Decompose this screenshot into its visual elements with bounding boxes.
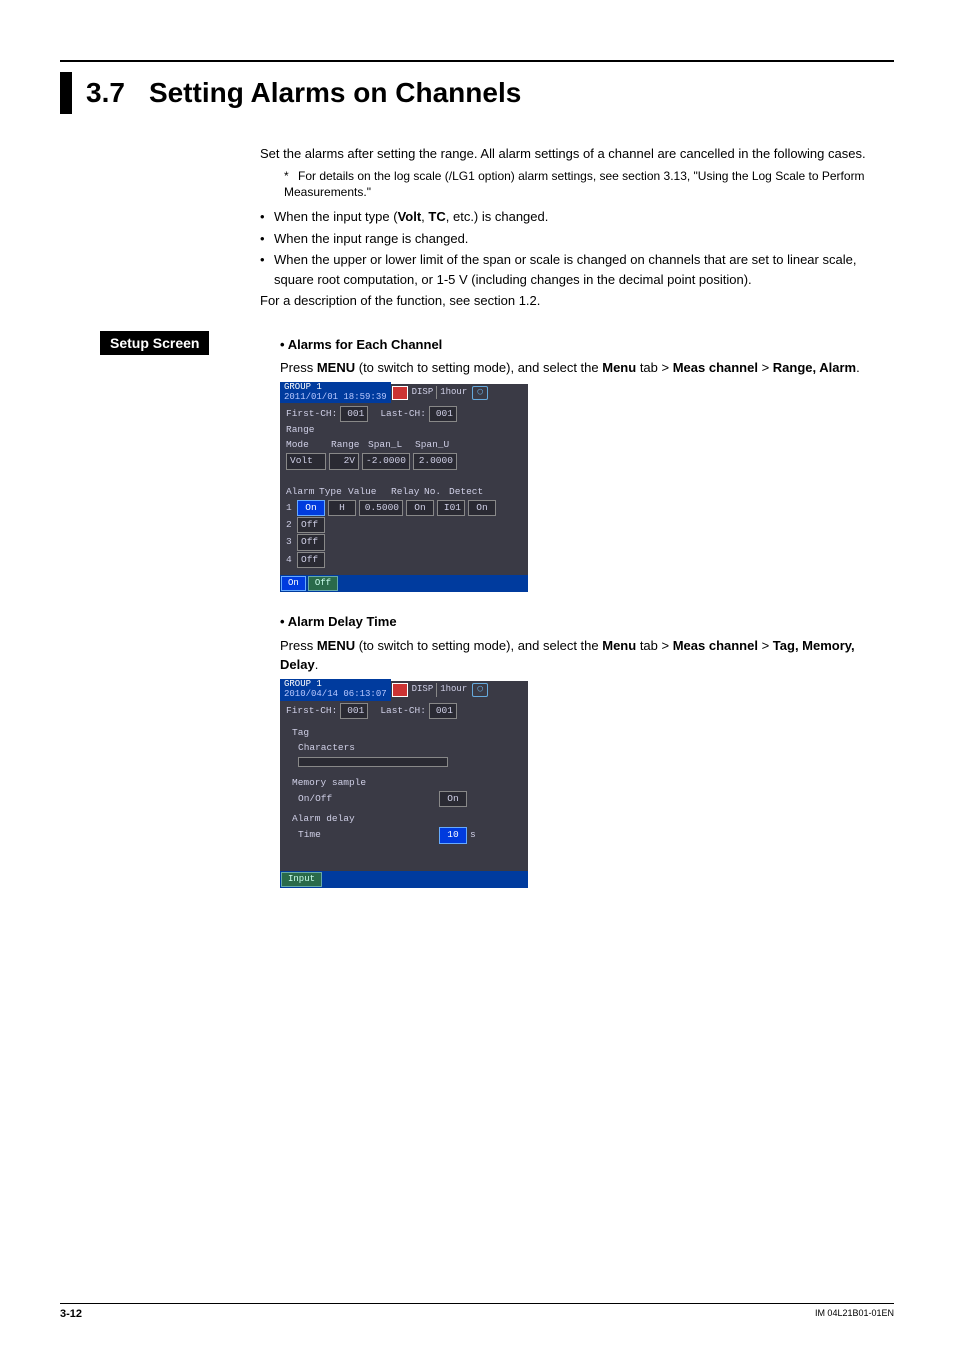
alarm-label: Alarm [286, 485, 316, 499]
alarm-1-type[interactable]: H [328, 500, 356, 516]
camera-icon: ◯ [472, 683, 488, 697]
range-value[interactable]: 2V [329, 453, 359, 469]
scr2-titlebar: GROUP 12010/04/14 06:13:07 DISP 1hour ◯ [280, 681, 528, 699]
section-title: Setting Alarms on Channels [149, 77, 521, 109]
alarm-1-no[interactable]: I01 [437, 500, 465, 516]
footnote-text: For details on the log scale (/LG1 optio… [284, 169, 865, 200]
camera-icon: ◯ [472, 386, 488, 400]
scr-body: First-CH: 001 Last-CH: 001 Range Mode Ra… [280, 402, 528, 575]
alarm-1-num: 1 [286, 501, 294, 515]
mode-label: Mode [286, 438, 328, 452]
onoff-label: On/Off [286, 792, 436, 806]
characters-input[interactable] [298, 757, 448, 767]
relay-label: Relay [391, 485, 421, 499]
last-ch-value[interactable]: 001 [429, 406, 457, 422]
detect-label: Detect [449, 485, 483, 499]
alarm-4-off[interactable]: Off [297, 552, 325, 568]
spanu-label: Span_U [415, 438, 449, 452]
list-item: When the input type (Volt, TC, etc.) is … [260, 207, 894, 227]
range-alarm-screenshot: GROUP 12011/01/01 18:59:39 DISP 1hour ◯ … [280, 384, 528, 593]
intro-paragraph: Set the alarms after setting the range. … [260, 144, 894, 164]
alarm-1-value[interactable]: 0.5000 [359, 500, 403, 516]
last-ch-label: Last-CH: [380, 704, 426, 718]
cancel-cases-list: When the input type (Volt, TC, etc.) is … [260, 207, 894, 289]
tag-label: Tag [286, 726, 309, 740]
intro-block: Set the alarms after setting the range. … [260, 144, 894, 311]
memory-sample-label: Memory sample [286, 776, 366, 790]
footer-off-button[interactable]: Off [308, 576, 338, 592]
first-ch-value[interactable]: 001 [340, 406, 368, 422]
section-number: 3.7 [86, 77, 125, 109]
last-ch-value[interactable]: 001 [429, 703, 457, 719]
list-item: When the upper or lower limit of the spa… [260, 250, 894, 289]
alarm-2-off[interactable]: Off [297, 517, 325, 533]
alarms-heading: Alarms for Each Channel [280, 335, 894, 355]
spanl-label: Span_L [368, 438, 412, 452]
delay-instruction: Press MENU (to switch to setting mode), … [280, 636, 894, 675]
page-number: 3-12 [60, 1308, 82, 1320]
time-value[interactable]: 10 [439, 827, 467, 843]
time-label: Time [286, 828, 436, 842]
alarm-3-off[interactable]: Off [297, 534, 325, 550]
alarm-4-num: 4 [286, 553, 294, 567]
page-footer: 3-12 IM 04L21B01-01EN [60, 1303, 894, 1320]
footer-input-button[interactable]: Input [281, 872, 322, 888]
characters-label: Characters [286, 741, 355, 755]
range-label: Range [286, 423, 315, 437]
doc-code: IM 04L21B01-01EN [815, 1308, 894, 1320]
onoff-value[interactable]: On [439, 791, 467, 807]
page: 3.7 Setting Alarms on Channels Set the a… [0, 0, 954, 1350]
alarm-3-num: 3 [286, 535, 294, 549]
hour-label: 1hour [436, 683, 470, 697]
spanu-value[interactable]: 2.0000 [413, 453, 457, 469]
setup-screen-label: Setup Screen [100, 331, 209, 355]
footnote: *For details on the log scale (/LG1 opti… [284, 168, 894, 202]
title-bar-icon [60, 72, 72, 114]
rec-icon [392, 386, 408, 400]
list-item: When the input range is changed. [260, 229, 894, 249]
delay-heading: Alarm Delay Time [280, 612, 894, 632]
scr-titlebar: GROUP 12011/01/01 18:59:39 DISP 1hour ◯ [280, 384, 528, 402]
alarms-instruction: Press MENU (to switch to setting mode), … [280, 358, 894, 378]
first-ch-label: First-CH: [286, 704, 337, 718]
type-label: Type [319, 485, 345, 499]
first-ch-value[interactable]: 001 [340, 703, 368, 719]
section-title-row: 3.7 Setting Alarms on Channels [60, 72, 894, 114]
see-section: For a description of the function, see s… [260, 291, 894, 311]
alarms-each-channel-block: Alarms for Each Channel Press MENU (to s… [280, 335, 894, 889]
mode-value[interactable]: Volt [286, 453, 326, 469]
scr2-group-label: GROUP 12010/04/14 06:13:07 [280, 679, 391, 701]
scr2-footer: Input [280, 871, 528, 889]
spanl-value[interactable]: -2.0000 [362, 453, 410, 469]
hour-label: 1hour [436, 386, 470, 400]
top-rule [60, 60, 894, 62]
footer-on-button[interactable]: On [281, 576, 306, 592]
rec-icon [392, 683, 408, 697]
alarm-1-on[interactable]: On [297, 500, 325, 516]
scr-footer: On Off [280, 575, 528, 593]
scr-group-label: GROUP 12011/01/01 18:59:39 [280, 382, 391, 404]
range2-label: Range [331, 438, 365, 452]
alarm-2-num: 2 [286, 518, 294, 532]
alarm-delay-label: Alarm delay [286, 812, 355, 826]
time-unit: s [470, 828, 476, 842]
first-ch-label: First-CH: [286, 407, 337, 421]
value-label: Value [348, 485, 388, 499]
last-ch-label: Last-CH: [380, 407, 426, 421]
alarm-1-relay[interactable]: On [406, 500, 434, 516]
tag-memory-delay-screenshot: GROUP 12010/04/14 06:13:07 DISP 1hour ◯ … [280, 681, 528, 888]
no-label: No. [424, 485, 446, 499]
scr2-body: First-CH: 001 Last-CH: 001 Tag Character… [280, 699, 528, 871]
disp-label: DISP [409, 386, 437, 400]
disp-label: DISP [409, 683, 437, 697]
alarm-1-detect[interactable]: On [468, 500, 496, 516]
